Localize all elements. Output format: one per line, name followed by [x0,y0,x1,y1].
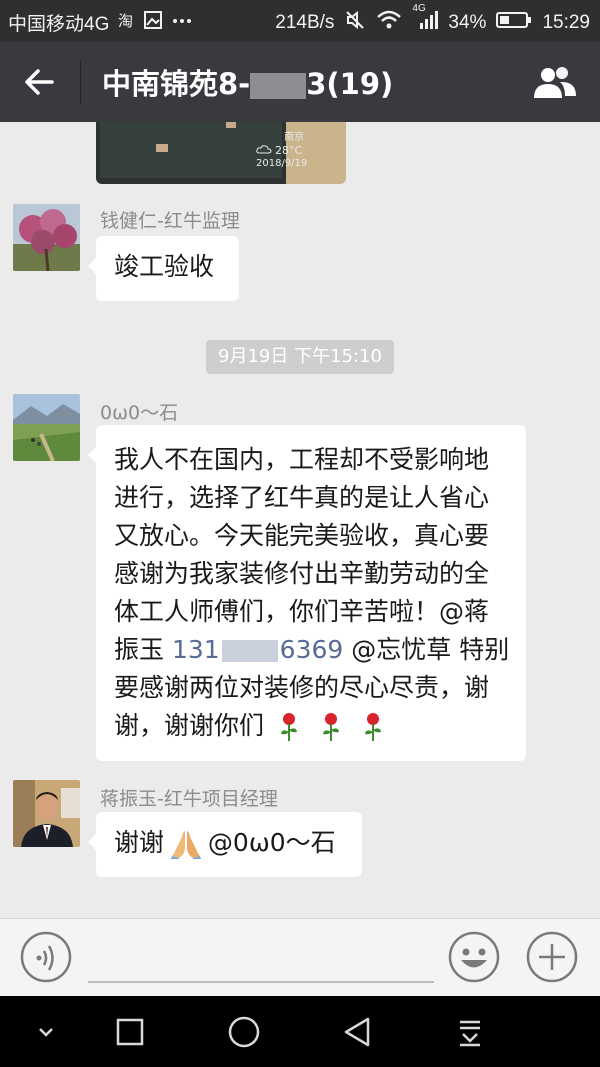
more-functions-button[interactable] [526,931,578,983]
more-notifications-icon [171,10,193,36]
image-tag [156,144,168,152]
voice-input-icon [20,931,72,983]
message-text-segment: @忘忧草 特别 [343,635,510,664]
rose-emoji-icon [322,713,339,741]
message-text-segment: 谢，谢谢你们 [114,711,265,740]
system-navigation-bar [0,996,600,1067]
image-message[interactable]: 南京 28°C 2018/9/19 [96,122,346,184]
phone-prefix: 131 [171,635,220,664]
message-input[interactable] [88,981,434,983]
network-speed: 214B/s [275,12,335,33]
gallery-notification-icon [143,10,163,36]
chat-header: 中南锦苑8- 3(19) [0,42,600,122]
avatar[interactable] [13,394,80,461]
message-text: 我人不在国内，工程却不受影响地 进行，选择了红牛真的是让人省心 又放心。今天能完… [114,441,510,745]
rose-emoji-icon [364,713,381,741]
chat-title-main: 中南锦苑8- [102,67,251,101]
chat-members-button[interactable] [530,64,578,100]
message-line: 进行，选择了红牛真的是让人省心 [114,483,490,512]
mute-icon [344,9,366,37]
wifi-icon [376,9,402,37]
phone-number-link[interactable]: 131 6369 [172,635,343,664]
time-divider: 9月19日 下午15:10 [206,340,394,374]
nav-back-button[interactable] [340,1014,376,1050]
chat-title: 中南锦苑8- 3(19) [102,61,393,103]
image-tag [226,122,236,128]
message-line: 我人不在国内，工程却不受影响地 [114,445,490,474]
nav-collapse-button[interactable] [28,1014,64,1050]
message-bubble[interactable]: 竣工验收 [88,236,239,301]
message-text-segment: 振玉 [114,635,172,664]
message-line: 感谢为我家装修付出辛勤劳动的全 [114,559,490,588]
phone-suffix: 6369 [279,635,344,664]
clock: 15:29 [542,12,590,33]
message-line: 振玉 131 6369 @忘忧草 特别 [114,631,510,669]
message-line: 又放心。今天能完美验收，真心要 [114,521,490,550]
header-divider [80,60,81,104]
signal-icon: 4G [412,3,439,37]
chevron-down-icon [39,1028,53,1037]
chat-title-suffix: 3(19) [306,67,394,101]
svg-text:淘: 淘 [118,12,133,29]
sender-name: 蒋振玉-红牛项目经理 [100,788,278,810]
message-line: 要感谢两位对装修的尽心尽责，谢 [114,673,490,702]
battery-icon [496,10,532,36]
cloud-icon [256,145,272,154]
emoji-button[interactable] [448,931,500,983]
sender-name: 0ω0～石 [100,402,179,424]
image-watermark-city: 南京 [284,132,304,143]
circle-icon [228,1016,260,1048]
triangle-back-icon [344,1017,370,1047]
group-members-icon [534,67,576,98]
pull-down-icon [460,1020,480,1047]
network-badge: 4G [412,3,426,14]
mention-link[interactable]: @0ω0～石 [208,828,336,857]
image-watermark-temp: 28°C [275,144,303,157]
taobao-notification-icon: 淘 [117,11,135,35]
plus-icon [526,931,578,983]
redacted-block [221,640,278,662]
message-line: 体工人师傅们，你们辛苦啦！@蒋 [114,597,490,626]
image-dark-inner [100,122,282,178]
avatar[interactable] [13,780,80,847]
rose-emoji-icon [280,713,297,741]
status-bar: 中国移动4G 淘 214B/s 4G 34% 15:29 [0,0,600,42]
message-bubble[interactable]: 谢谢 @0ω0～石 [88,812,362,877]
message-text-segment: 谢谢 [114,828,165,857]
message-text: 竣工验收 [114,252,215,281]
image-watermark-date: 2018/9/19 [256,158,308,169]
sender-name: 钱健仁-红牛监理 [100,210,240,232]
voice-button[interactable] [20,931,72,983]
redacted-block [250,73,307,99]
nav-notifications-button[interactable] [452,1014,488,1050]
battery-percent: 34% [448,12,487,33]
avatar[interactable] [13,204,80,271]
message-bubble[interactable]: 我人不在国内，工程却不受影响地 进行，选择了红牛真的是让人省心 又放心。今天能完… [88,425,526,761]
emoji-icon [448,931,500,983]
message-list[interactable]: 南京 28°C 2018/9/19 钱健仁-红牛监理 竣工验收 9月19日 下午… [0,122,600,918]
back-arrow-icon [25,69,54,95]
nav-home-button[interactable] [226,1014,262,1050]
carrier-label: 中国移动4G [8,14,110,35]
input-bar [0,918,600,996]
back-button[interactable] [20,62,60,102]
nav-recents-button[interactable] [112,1014,148,1050]
message-line: 谢，谢谢你们 [114,707,508,745]
praying-hands-emoji-icon [170,831,201,859]
square-icon [116,1018,144,1046]
